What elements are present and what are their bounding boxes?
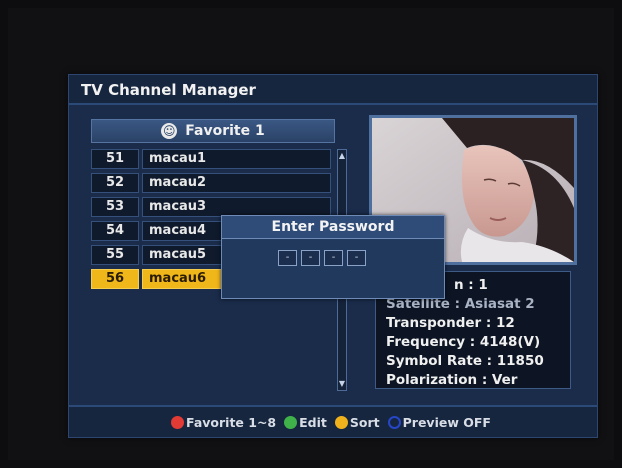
legend-sort[interactable]: Sort xyxy=(334,414,380,430)
password-digit[interactable]: - xyxy=(324,250,343,266)
legend-label: Preview OFF xyxy=(402,414,491,430)
green-dot-icon xyxy=(284,415,298,429)
info-symbol-rate: Symbol Rate : 11850 xyxy=(386,353,544,369)
red-dot-icon xyxy=(171,415,185,429)
channel-number: 52 xyxy=(91,173,139,193)
channel-number: 56 xyxy=(91,269,139,289)
password-input[interactable]: - - - - xyxy=(278,250,366,266)
page-title: TV Channel Manager xyxy=(69,75,597,105)
channel-row[interactable]: 53 macau3 xyxy=(91,197,331,217)
dialog-title: Enter Password xyxy=(222,216,444,239)
password-digit[interactable]: - xyxy=(278,250,297,266)
channel-number: 51 xyxy=(91,149,139,169)
scroll-up-icon[interactable]: ▲ xyxy=(338,150,346,162)
channel-number: 54 xyxy=(91,221,139,241)
legend-label: Sort xyxy=(349,414,380,430)
yellow-dot-icon xyxy=(334,415,348,429)
channel-number: 55 xyxy=(91,245,139,265)
password-dialog: Enter Password - - - - xyxy=(221,215,445,299)
info-polarization: Polarization : Ver xyxy=(386,372,518,388)
tv-screen: TV Channel Manager ☺ Favorite 1 51 macau… xyxy=(8,8,614,460)
info-frequency: Frequency : 4148(V) xyxy=(386,334,541,350)
channel-row[interactable]: 51 macau1 xyxy=(91,149,331,169)
channel-manager-panel: TV Channel Manager ☺ Favorite 1 51 macau… xyxy=(68,74,598,438)
scroll-down-icon[interactable]: ▼ xyxy=(338,378,346,390)
blue-dot-icon xyxy=(387,415,401,429)
key-legend-footer: Favorite 1~8 Edit Sort Preview OFF xyxy=(69,405,597,437)
legend-label: Favorite 1~8 xyxy=(186,414,277,430)
legend-label: Edit xyxy=(299,414,327,430)
channel-number: 53 xyxy=(91,197,139,217)
channel-name: macau3 xyxy=(142,197,331,217)
group-name: Favorite 1 xyxy=(185,123,265,139)
channel-row[interactable]: 52 macau2 xyxy=(91,173,331,193)
favorite-group-header[interactable]: ☺ Favorite 1 xyxy=(91,119,335,143)
channel-name: macau1 xyxy=(142,149,331,169)
legend-preview[interactable]: Preview OFF xyxy=(387,414,491,430)
legend-edit[interactable]: Edit xyxy=(284,415,327,430)
legend-favorite[interactable]: Favorite 1~8 xyxy=(171,415,276,430)
password-digit[interactable]: - xyxy=(301,250,320,266)
smiley-icon: ☺ xyxy=(161,123,178,139)
channel-name: macau2 xyxy=(142,173,331,193)
info-transponder: Transponder : 12 xyxy=(386,315,515,331)
password-digit[interactable]: - xyxy=(347,250,366,266)
